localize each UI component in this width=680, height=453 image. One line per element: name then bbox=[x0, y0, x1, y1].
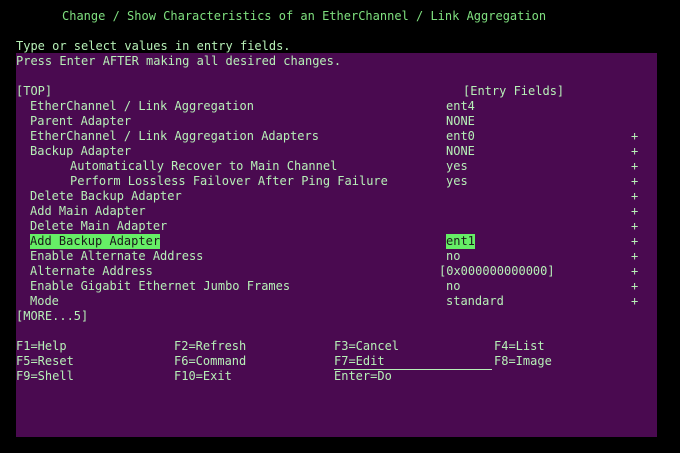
field-value-auto-recover[interactable]: yes bbox=[446, 159, 468, 174]
list-marker-delete-backup-adapter[interactable]: + bbox=[631, 189, 638, 204]
f7-edit-key[interactable]: F7=Edit bbox=[334, 354, 492, 370]
list-marker-mode[interactable]: + bbox=[631, 294, 638, 309]
list-marker-add-backup-adapter[interactable]: + bbox=[631, 234, 638, 249]
f8-image-key[interactable]: F8=Image bbox=[494, 354, 552, 369]
field-value-mode[interactable]: standard bbox=[446, 294, 504, 309]
field-value-jumbo-frames[interactable]: no bbox=[446, 279, 460, 294]
f3-cancel-key[interactable]: F3=Cancel bbox=[334, 339, 399, 354]
field-label-enable-alternate-address: Enable Alternate Address bbox=[30, 249, 204, 263]
f10-exit-key[interactable]: F10=Exit bbox=[174, 369, 232, 384]
field-value-alternate-address[interactable]: [0x000000000000] bbox=[439, 264, 555, 279]
f2-refresh-key[interactable]: F2=Refresh bbox=[174, 339, 246, 354]
field-label-parent-adapter: Parent Adapter bbox=[30, 114, 132, 128]
field-value-parent-adapter[interactable]: NONE bbox=[446, 114, 475, 129]
list-marker-adapters[interactable]: + bbox=[631, 129, 638, 144]
field-label-delete-main-adapter: Delete Main Adapter bbox=[30, 219, 168, 233]
f1-help-key[interactable]: F1=Help bbox=[16, 339, 67, 354]
field-value-adapters[interactable]: ent0 bbox=[446, 129, 475, 144]
enter-do-key[interactable]: Enter=Do bbox=[334, 369, 392, 384]
page-title: Change / Show Characteristics of an Ethe… bbox=[62, 9, 547, 23]
f5-reset-key[interactable]: F5=Reset bbox=[16, 354, 74, 369]
field-label-mode: Mode bbox=[30, 294, 59, 308]
list-marker-enable-alternate-address[interactable]: + bbox=[631, 249, 638, 264]
field-value-add-backup-adapter[interactable]: ent1 bbox=[446, 234, 475, 249]
field-label-alternate-address: Alternate Address bbox=[30, 264, 153, 278]
field-label-adapters: EtherChannel / Link Aggregation Adapters bbox=[30, 129, 319, 143]
field-value-backup-adapter[interactable]: NONE bbox=[446, 144, 475, 159]
list-marker-auto-recover[interactable]: + bbox=[631, 159, 638, 174]
list-marker-delete-main-adapter[interactable]: + bbox=[631, 219, 638, 234]
field-label-lossless-failover: Perform Lossless Failover After Ping Fai… bbox=[70, 174, 388, 188]
field-value-lossless-failover[interactable]: yes bbox=[446, 174, 468, 189]
field-label-auto-recover: Automatically Recover to Main Channel bbox=[70, 159, 338, 173]
entry-fields-header: [Entry Fields] bbox=[463, 84, 565, 98]
field-label-jumbo-frames: Enable Gigabit Ethernet Jumbo Frames bbox=[30, 279, 291, 293]
f4-list-key[interactable]: F4=List bbox=[494, 339, 545, 354]
field-label-add-main-adapter: Add Main Adapter bbox=[30, 204, 146, 218]
f6-command-key[interactable]: F6=Command bbox=[174, 354, 246, 369]
field-label-add-backup-adapter: Add Backup Adapter bbox=[30, 234, 161, 249]
list-marker-lossless-failover[interactable]: + bbox=[631, 174, 638, 189]
field-value-etherchannel[interactable]: ent4 bbox=[446, 99, 475, 114]
field-label-etherchannel: EtherChannel / Link Aggregation bbox=[30, 99, 254, 113]
field-label-delete-backup-adapter: Delete Backup Adapter bbox=[30, 189, 182, 203]
list-marker-jumbo-frames[interactable]: + bbox=[631, 279, 638, 294]
more-marker: [MORE...5] bbox=[16, 309, 89, 323]
f9-shell-key[interactable]: F9=Shell bbox=[16, 369, 74, 384]
list-marker-add-main-adapter[interactable]: + bbox=[631, 204, 638, 219]
field-value-enable-alternate-address[interactable]: no bbox=[446, 249, 460, 264]
instruction-line-2: Press Enter AFTER making all desired cha… bbox=[16, 54, 342, 68]
field-label-backup-adapter: Backup Adapter bbox=[30, 144, 132, 158]
top-marker: [TOP] bbox=[16, 84, 53, 98]
list-marker-alternate-address[interactable]: + bbox=[631, 264, 638, 279]
instruction-line-1: Type or select values in entry fields. bbox=[16, 39, 291, 53]
list-marker-backup-adapter[interactable]: + bbox=[631, 144, 638, 159]
